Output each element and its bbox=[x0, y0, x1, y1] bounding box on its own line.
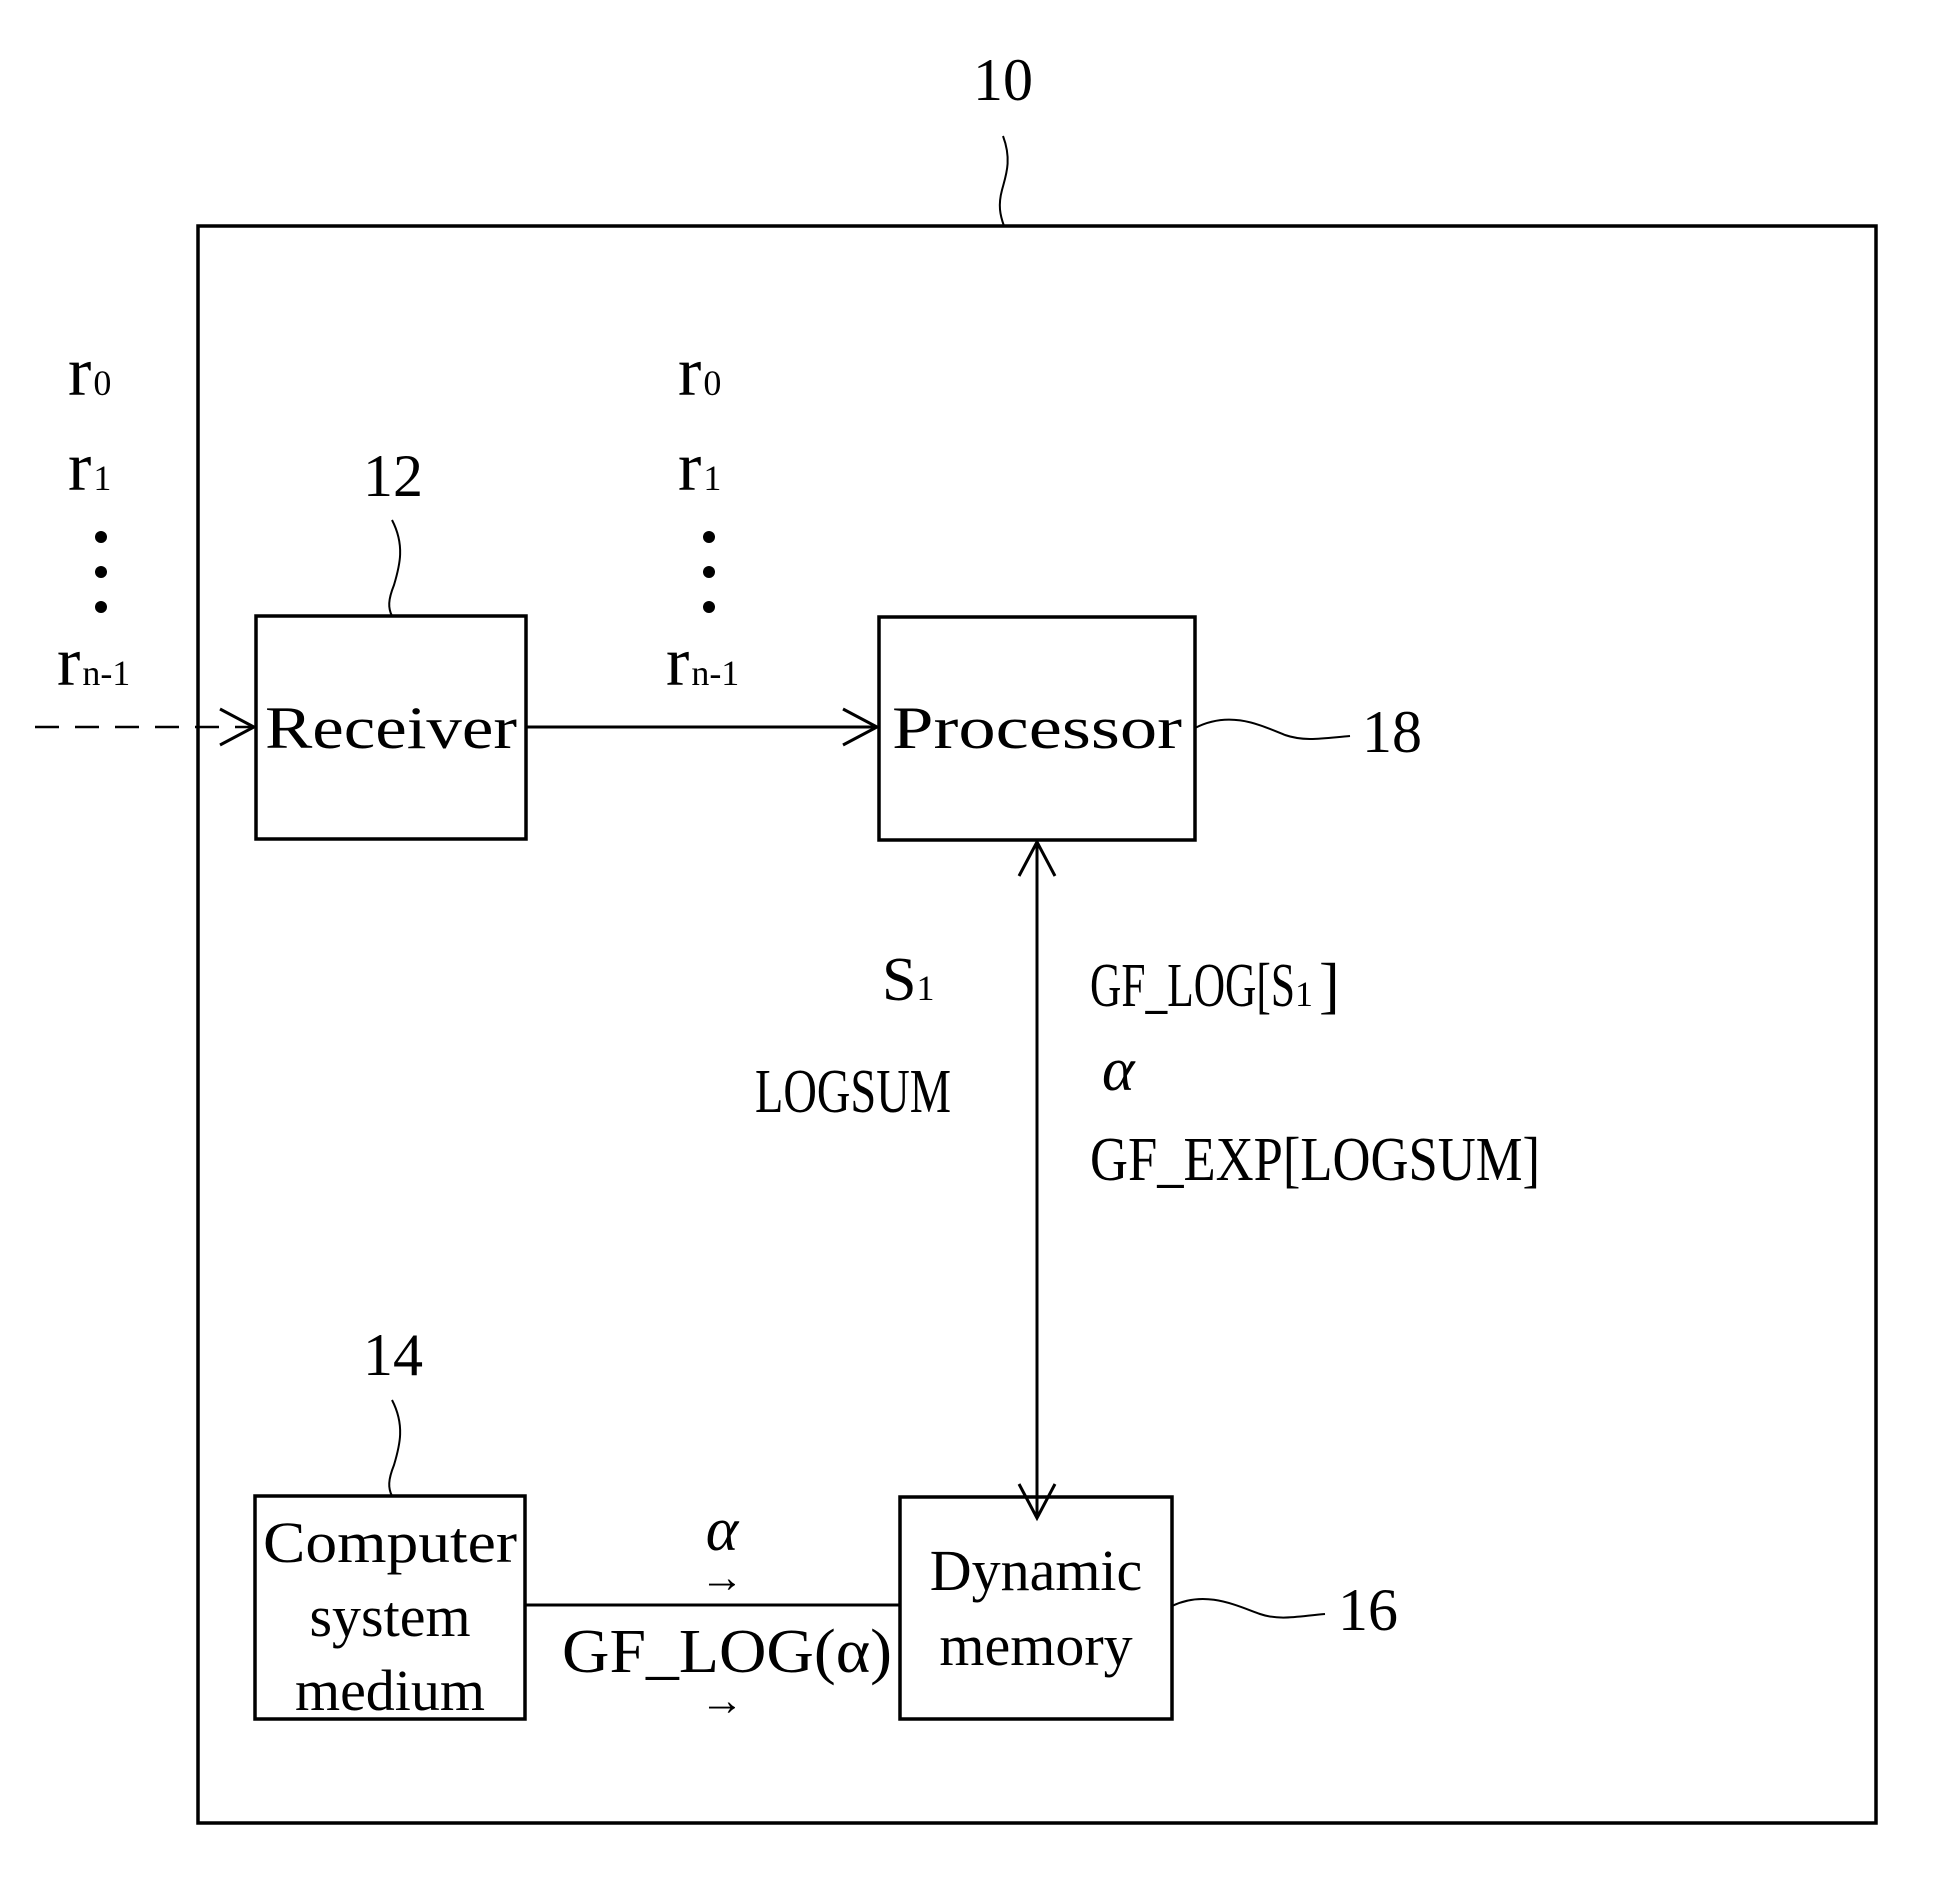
symbol-r0: r0 bbox=[678, 334, 721, 411]
system-leader-line bbox=[998, 135, 1009, 227]
symbol-r0: r0 bbox=[68, 334, 111, 411]
block-diagram: 10 Receiver 12 Processor 18 r0 r1 rn-1 r… bbox=[35, 47, 1878, 1825]
memory-label-line2: memory bbox=[939, 1613, 1132, 1678]
processor-ref-label: 18 bbox=[1362, 699, 1422, 765]
processor-label: Processor bbox=[892, 695, 1182, 761]
input-symbols-left: r0 r1 rn-1 bbox=[57, 334, 130, 701]
memory-ref-label: 16 bbox=[1338, 1577, 1398, 1643]
medium-label-line1: Computer bbox=[263, 1510, 517, 1575]
ellipsis-dot bbox=[95, 601, 107, 613]
ellipsis-dot bbox=[95, 531, 107, 543]
symbol-r1: r1 bbox=[678, 429, 721, 506]
receiver-label: Receiver bbox=[265, 695, 517, 761]
bus-label-alpha: α bbox=[1102, 1036, 1136, 1104]
system-ref-label: 10 bbox=[973, 47, 1033, 113]
memory-leader-line bbox=[1171, 1597, 1326, 1619]
input-symbols-middle: r0 r1 rn-1 bbox=[666, 334, 739, 701]
medium-label-line3: medium bbox=[295, 1658, 485, 1723]
link-arrow-top: → bbox=[700, 1553, 744, 1602]
symbol-r1: r1 bbox=[68, 429, 111, 506]
ellipsis-dot bbox=[95, 566, 107, 578]
ellipsis-dot bbox=[703, 601, 715, 613]
medium-ref-label: 14 bbox=[363, 1322, 423, 1388]
receiver-ref-label: 12 bbox=[363, 443, 423, 509]
symbol-rn-1: rn-1 bbox=[666, 624, 739, 701]
bus-label-logsum: LOGSUM bbox=[755, 1058, 951, 1126]
memory-label-line1: Dynamic bbox=[930, 1538, 1143, 1603]
memory-block bbox=[898, 1495, 1174, 1721]
bus-label-gf-log-s1: GF_LOG[S1] bbox=[1090, 952, 1340, 1020]
medium-leader-line bbox=[388, 1399, 402, 1497]
ellipsis-dot bbox=[703, 566, 715, 578]
receiver-leader-line bbox=[388, 519, 402, 617]
link-arrow-bottom: → bbox=[700, 1676, 744, 1725]
bus-label-gf-exp-logsum: GF_EXP[LOGSUM] bbox=[1090, 1126, 1540, 1194]
ellipsis-dot bbox=[703, 531, 715, 543]
symbol-rn-1: rn-1 bbox=[57, 624, 130, 701]
medium-label-line2: system bbox=[309, 1584, 470, 1649]
bus-label-s1: S1 bbox=[882, 946, 934, 1014]
processor-leader-line bbox=[1194, 718, 1351, 740]
